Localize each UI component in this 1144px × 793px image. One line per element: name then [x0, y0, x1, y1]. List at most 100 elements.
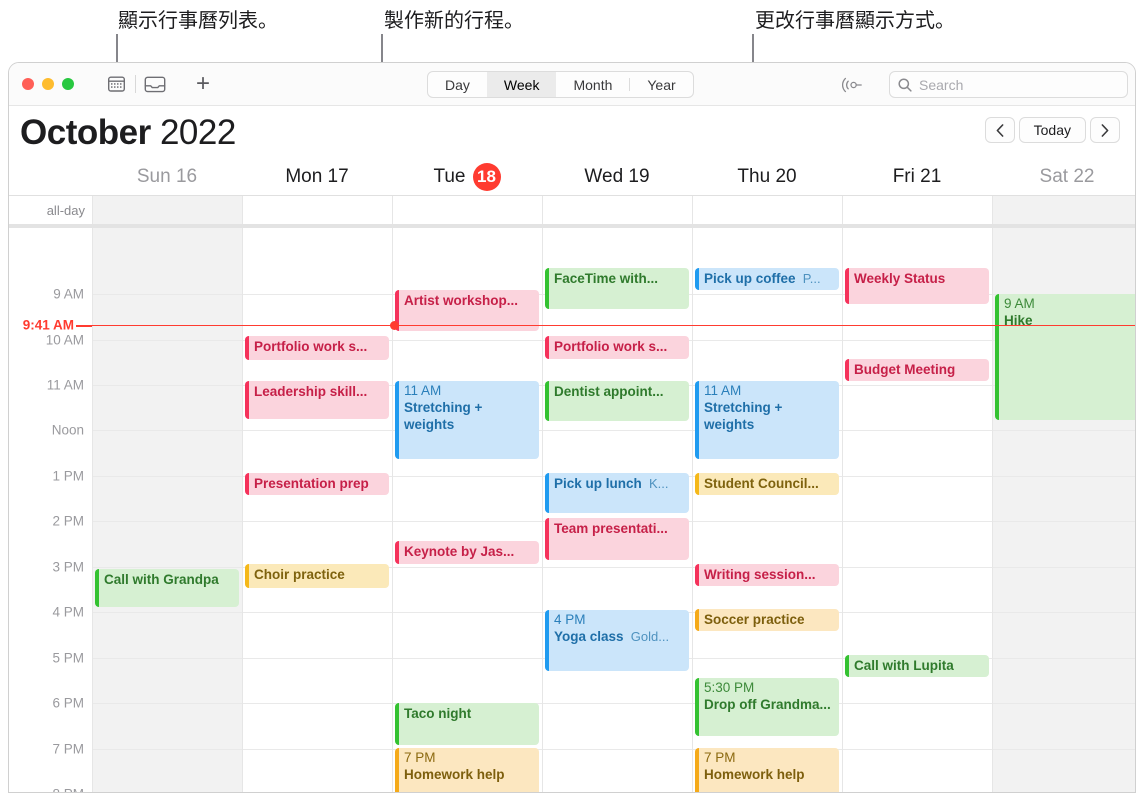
- next-week-button[interactable]: [1090, 117, 1120, 143]
- today-button[interactable]: Today: [1018, 117, 1086, 143]
- calendar-event[interactable]: Presentation prep: [245, 473, 389, 495]
- calendar-event[interactable]: Leadership skill...: [245, 381, 389, 419]
- calendar-event[interactable]: Pick up coffee P...: [695, 268, 839, 290]
- day-column-sat[interactable]: 9 AM Hike: [992, 228, 1135, 792]
- annotation-layer: 顯示行事曆列表。 製作新的行程。 更改行事曆顯示方式。: [0, 0, 1144, 86]
- calendar-event[interactable]: Pick up lunch K...: [545, 473, 689, 513]
- calendar-event[interactable]: 4 PM Yoga class Gold...: [545, 610, 689, 671]
- day-header-mon[interactable]: Mon 17: [242, 159, 392, 195]
- event-color-bar: [545, 610, 549, 671]
- calendar-event[interactable]: Portfolio work s...: [545, 336, 689, 359]
- event-color-bar: [995, 294, 999, 420]
- close-window-button[interactable]: [22, 78, 34, 90]
- maximize-window-button[interactable]: [62, 78, 74, 90]
- all-day-cell-wed[interactable]: [542, 196, 692, 224]
- calendar-event[interactable]: Call with Grandpa: [95, 569, 239, 607]
- hour-gridline: [393, 658, 542, 659]
- hour-label: 4 PM: [52, 604, 84, 620]
- all-day-cell-fri[interactable]: [842, 196, 992, 224]
- day-header-sun[interactable]: Sun 16: [92, 159, 242, 195]
- calendar-event[interactable]: Writing session...: [695, 564, 839, 586]
- hour-gridline: [843, 521, 992, 522]
- view-mode-segmented-control[interactable]: Day Week Month Year: [427, 71, 694, 98]
- hour-gridline: [843, 749, 992, 750]
- month-label: October: [20, 112, 151, 152]
- hour-gridline: [93, 294, 242, 295]
- calendar-event[interactable]: Student Council...: [695, 473, 839, 495]
- day-header-row: Sun 16 Mon 17 Tue 18 Wed 19 Thu 20 Fri 21 Sat 2…: [9, 159, 1135, 195]
- calendar-event[interactable]: Call with Lupita: [845, 655, 989, 677]
- day-header-wed[interactable]: Wed 19: [542, 159, 692, 195]
- calendar-event[interactable]: 5:30 PM Drop off Grandma...: [695, 678, 839, 736]
- all-day-cell-thu[interactable]: [692, 196, 842, 224]
- all-day-cell-sun[interactable]: [92, 196, 242, 224]
- hour-gridline: [243, 521, 392, 522]
- hour-gridline: [543, 703, 692, 704]
- current-time-tick: [76, 324, 92, 327]
- calendar-event[interactable]: FaceTime with...: [545, 268, 689, 309]
- hour-gridline: [93, 567, 242, 568]
- day-header-sat[interactable]: Sat 22: [992, 159, 1135, 195]
- all-day-cell-mon[interactable]: [242, 196, 392, 224]
- location-target-icon[interactable]: [841, 75, 862, 95]
- event-color-bar: [245, 473, 249, 495]
- calendar-event[interactable]: Keynote by Jas...: [395, 541, 539, 564]
- calendar-event[interactable]: Soccer practice: [695, 609, 839, 631]
- day-header-fri[interactable]: Fri 21: [842, 159, 992, 195]
- calendar-event[interactable]: Weekly Status: [845, 268, 989, 304]
- event-title: Keynote by Jas...: [404, 544, 515, 559]
- hour-gridline: [93, 385, 242, 386]
- new-event-button[interactable]: +: [190, 72, 216, 96]
- hour-label: 1 PM: [52, 468, 84, 484]
- day-column-wed[interactable]: FaceTime with... Portfolio work s... Denti…: [542, 228, 692, 792]
- hour-label: 2 PM: [52, 513, 84, 529]
- hour-gridline: [993, 430, 1135, 431]
- tab-year[interactable]: Year: [630, 72, 692, 97]
- day-of-week-label: Tue: [433, 166, 466, 187]
- calendar-event[interactable]: Team presentati...: [545, 518, 689, 560]
- event-body: 7 PM Homework help: [395, 750, 539, 783]
- minimize-window-button[interactable]: [42, 78, 54, 90]
- day-column-thu[interactable]: Pick up coffee P... 11 AM Stretching + wei…: [692, 228, 842, 792]
- day-column-fri[interactable]: Weekly Status Budget Meeting Call with Lup…: [842, 228, 992, 792]
- calendar-event[interactable]: 11 AM Stretching + weights: [395, 381, 539, 459]
- calendar-grid-icon[interactable]: [103, 72, 129, 96]
- event-body: Weekly Status: [845, 270, 989, 287]
- previous-week-button[interactable]: [984, 117, 1015, 143]
- search-input[interactable]: [919, 76, 1109, 93]
- day-header-tue[interactable]: Tue 18: [392, 159, 542, 195]
- day-of-week-label: Wed 19: [584, 166, 650, 187]
- calendar-event[interactable]: Portfolio work s...: [245, 336, 389, 360]
- day-column-tue[interactable]: Artist workshop... 11 AM Stretching + weig…: [392, 228, 542, 792]
- day-of-week-label: Sat 22: [1039, 166, 1095, 187]
- search-field[interactable]: [889, 71, 1128, 98]
- calendar-event[interactable]: Taco night: [395, 703, 539, 745]
- inbox-tray-icon[interactable]: [142, 72, 168, 96]
- calendar-event[interactable]: Budget Meeting: [845, 359, 989, 381]
- hour-gridline: [243, 703, 392, 704]
- tab-month[interactable]: Month: [556, 72, 629, 97]
- hour-gridline: [93, 703, 242, 704]
- hour-label: 3 PM: [52, 559, 84, 575]
- day-header-thu[interactable]: Thu 20: [692, 159, 842, 195]
- event-color-bar: [695, 381, 699, 459]
- event-color-bar: [545, 336, 549, 359]
- calendar-event[interactable]: 11 AM Stretching + weights: [695, 381, 839, 459]
- day-columns[interactable]: Call with Grandpa Portfolio work s... Lead…: [92, 228, 1135, 792]
- event-title: Drop off Grandma...: [704, 697, 831, 712]
- calendar-event[interactable]: 9 AM Hike: [995, 294, 1135, 420]
- event-color-bar: [695, 748, 699, 792]
- calendar-event[interactable]: Dentist appoint...: [545, 381, 689, 421]
- day-column-mon[interactable]: Portfolio work s... Leadership skill... Pr…: [242, 228, 392, 792]
- page-title: October 2022: [20, 113, 236, 153]
- day-column-sun[interactable]: Call with Grandpa: [92, 228, 242, 792]
- calendar-event[interactable]: 7 PM Homework help: [695, 748, 839, 792]
- all-day-cell-tue[interactable]: [392, 196, 542, 224]
- event-body: Leadership skill...: [245, 383, 389, 400]
- all-day-cell-sat[interactable]: [992, 196, 1135, 224]
- calendar-event[interactable]: 7 PM Homework help: [395, 748, 539, 792]
- time-grid[interactable]: 9 AM 10 AM 11 AM Noon 1 PM 2 PM 3 PM 4 PM 5 PM 6 …: [9, 228, 1135, 792]
- tab-week[interactable]: Week: [486, 72, 557, 97]
- calendar-event[interactable]: Choir practice: [245, 564, 389, 588]
- tab-day[interactable]: Day: [428, 72, 487, 97]
